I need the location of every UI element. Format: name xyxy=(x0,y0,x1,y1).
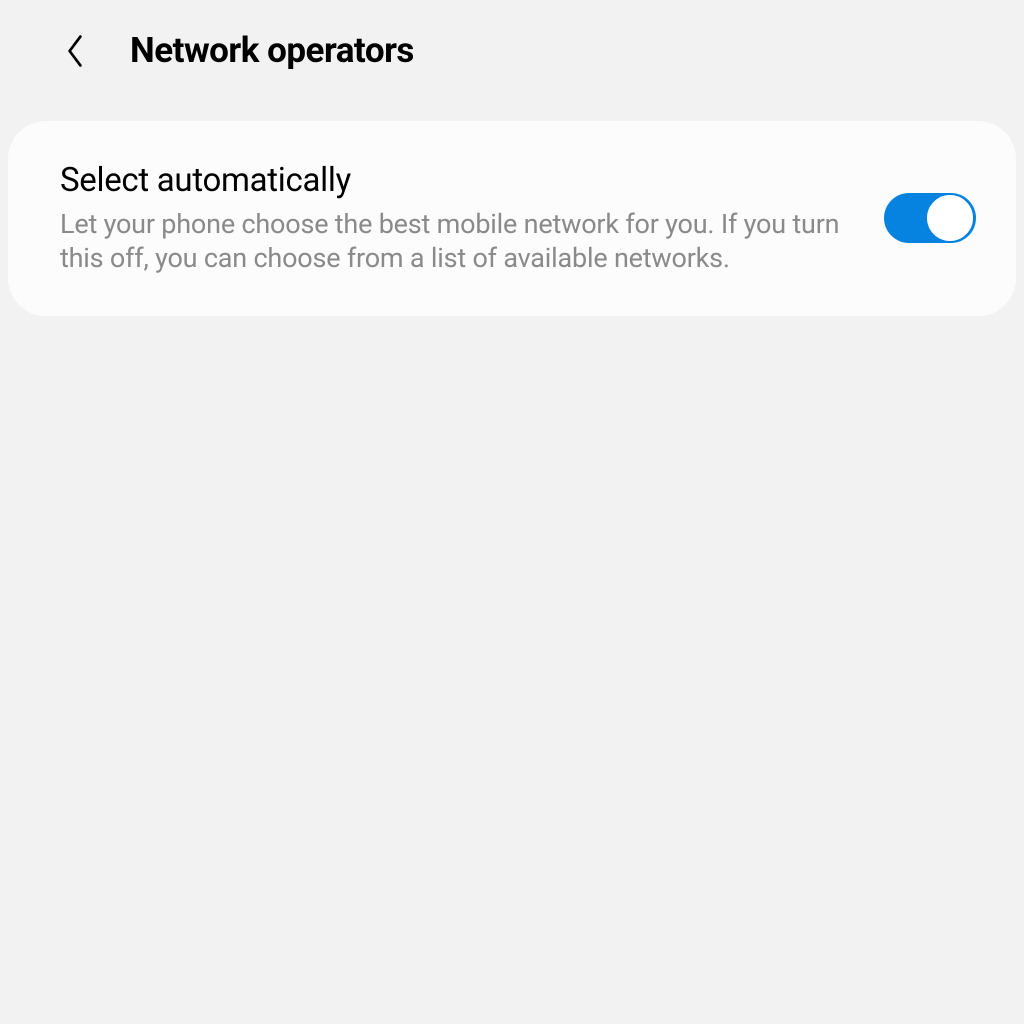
setting-description: Let your phone choose the best mobile ne… xyxy=(60,208,844,276)
toggle-select-auto[interactable] xyxy=(884,193,976,243)
header: Network operators xyxy=(0,0,1024,101)
page-title: Network operators xyxy=(130,30,414,71)
toggle-knob xyxy=(926,194,974,242)
setting-card-select-auto: Select automatically Let your phone choo… xyxy=(8,121,1016,316)
back-icon[interactable] xyxy=(60,36,90,66)
setting-title: Select automatically xyxy=(60,161,844,200)
setting-text: Select automatically Let your phone choo… xyxy=(60,161,844,276)
